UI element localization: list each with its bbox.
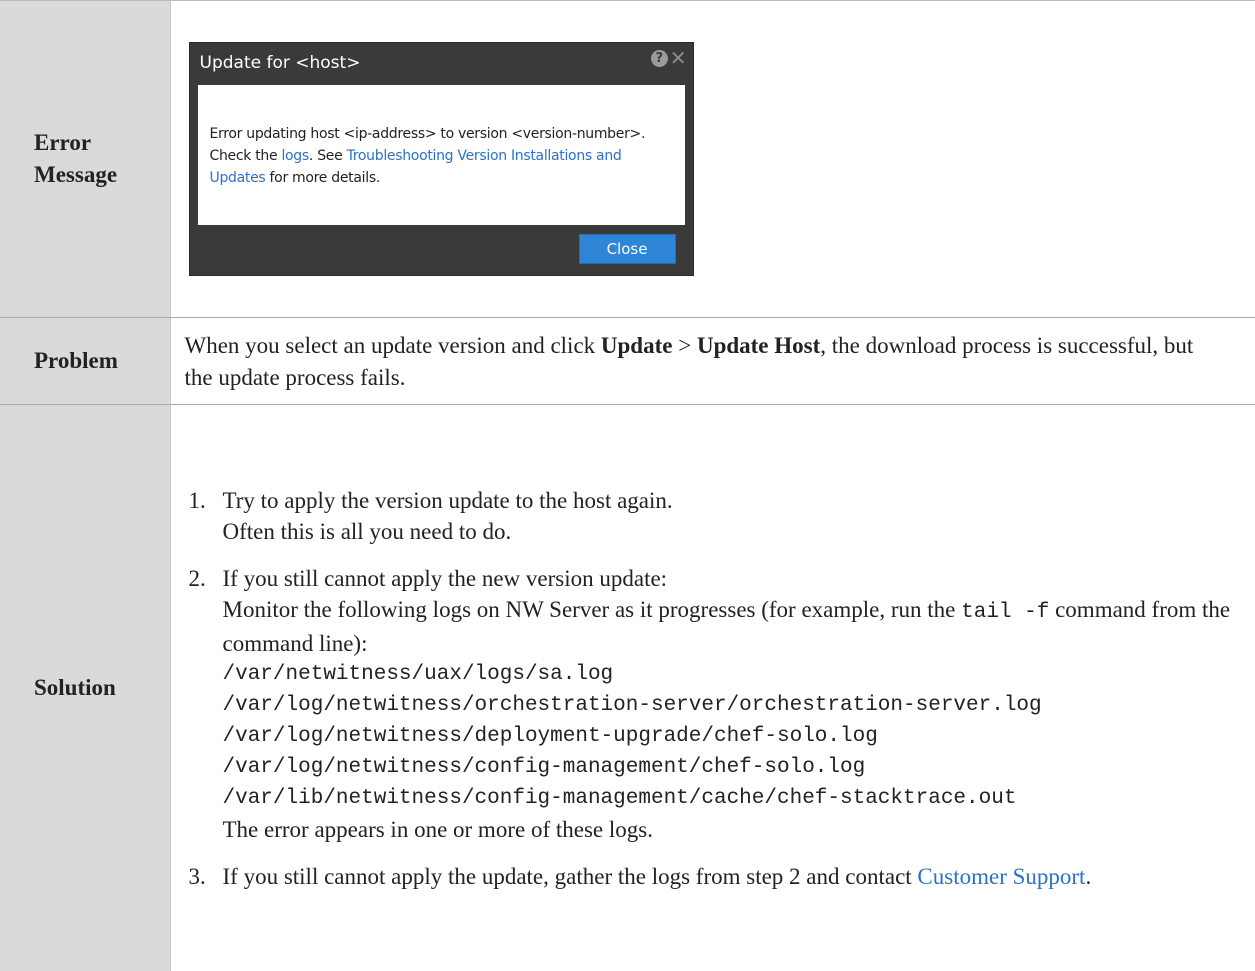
update-host-menu-name: Update Host (697, 333, 820, 358)
logs-link[interactable]: logs (281, 148, 308, 164)
help-icon[interactable]: ? (651, 50, 668, 67)
solution-steps: 1. Try to apply the version update to th… (185, 485, 1255, 892)
solution-cell: 1. Try to apply the version update to th… (170, 405, 1255, 971)
close-button[interactable]: Close (579, 234, 676, 264)
solution-row: Solution 1. Try to apply the version upd… (0, 405, 1255, 971)
close-icon[interactable]: ✕ (670, 49, 687, 67)
log-path: /var/log/netwitness/deployment-upgrade/c… (223, 721, 1255, 752)
tail-command: tail -f (961, 601, 1049, 624)
problem-text: When you select an update version and cl… (185, 330, 1255, 394)
log-path: /var/lib/netwitness/config-management/ca… (223, 783, 1255, 814)
solution-step-3: 3. If you still cannot apply the update,… (185, 861, 1255, 892)
troubleshooting-link[interactable]: Troubleshooting Version Installations an… (347, 148, 622, 164)
dialog-title: Update for <host> (200, 53, 361, 73)
row-label-problem: Problem (0, 318, 170, 405)
updates-link[interactable]: Updates (210, 170, 266, 186)
error-message-row: Error Message Update for <host> ? ✕ Erro… (0, 1, 1255, 318)
dialog-controls: ? ✕ (651, 49, 687, 67)
error-message-cell: Update for <host> ? ✕ Error updating hos… (170, 1, 1255, 318)
solution-step-1: 1. Try to apply the version update to th… (185, 485, 1255, 547)
log-path: /var/netwitness/uax/logs/sa.log (223, 659, 1255, 690)
update-dialog-screenshot: Update for <host> ? ✕ Error updating hos… (189, 42, 694, 276)
row-label-error-message: Error Message (0, 1, 170, 318)
solution-step-2: 2. If you still cannot apply the new ver… (185, 563, 1255, 845)
dialog-message: Error updating host <ip-address> to vers… (198, 85, 685, 225)
log-path: /var/log/netwitness/orchestration-server… (223, 690, 1255, 721)
log-path: /var/log/netwitness/config-management/ch… (223, 752, 1255, 783)
customer-support-link[interactable]: Customer Support (917, 864, 1085, 889)
update-menu-name: Update (601, 333, 673, 358)
dialog-message-line1: Error updating host <ip-address> to vers… (210, 126, 646, 142)
problem-row: Problem When you select an update versio… (0, 318, 1255, 405)
row-label-solution: Solution (0, 405, 170, 971)
problem-cell: When you select an update version and cl… (170, 318, 1255, 405)
troubleshooting-table: Error Message Update for <host> ? ✕ Erro… (0, 0, 1255, 971)
